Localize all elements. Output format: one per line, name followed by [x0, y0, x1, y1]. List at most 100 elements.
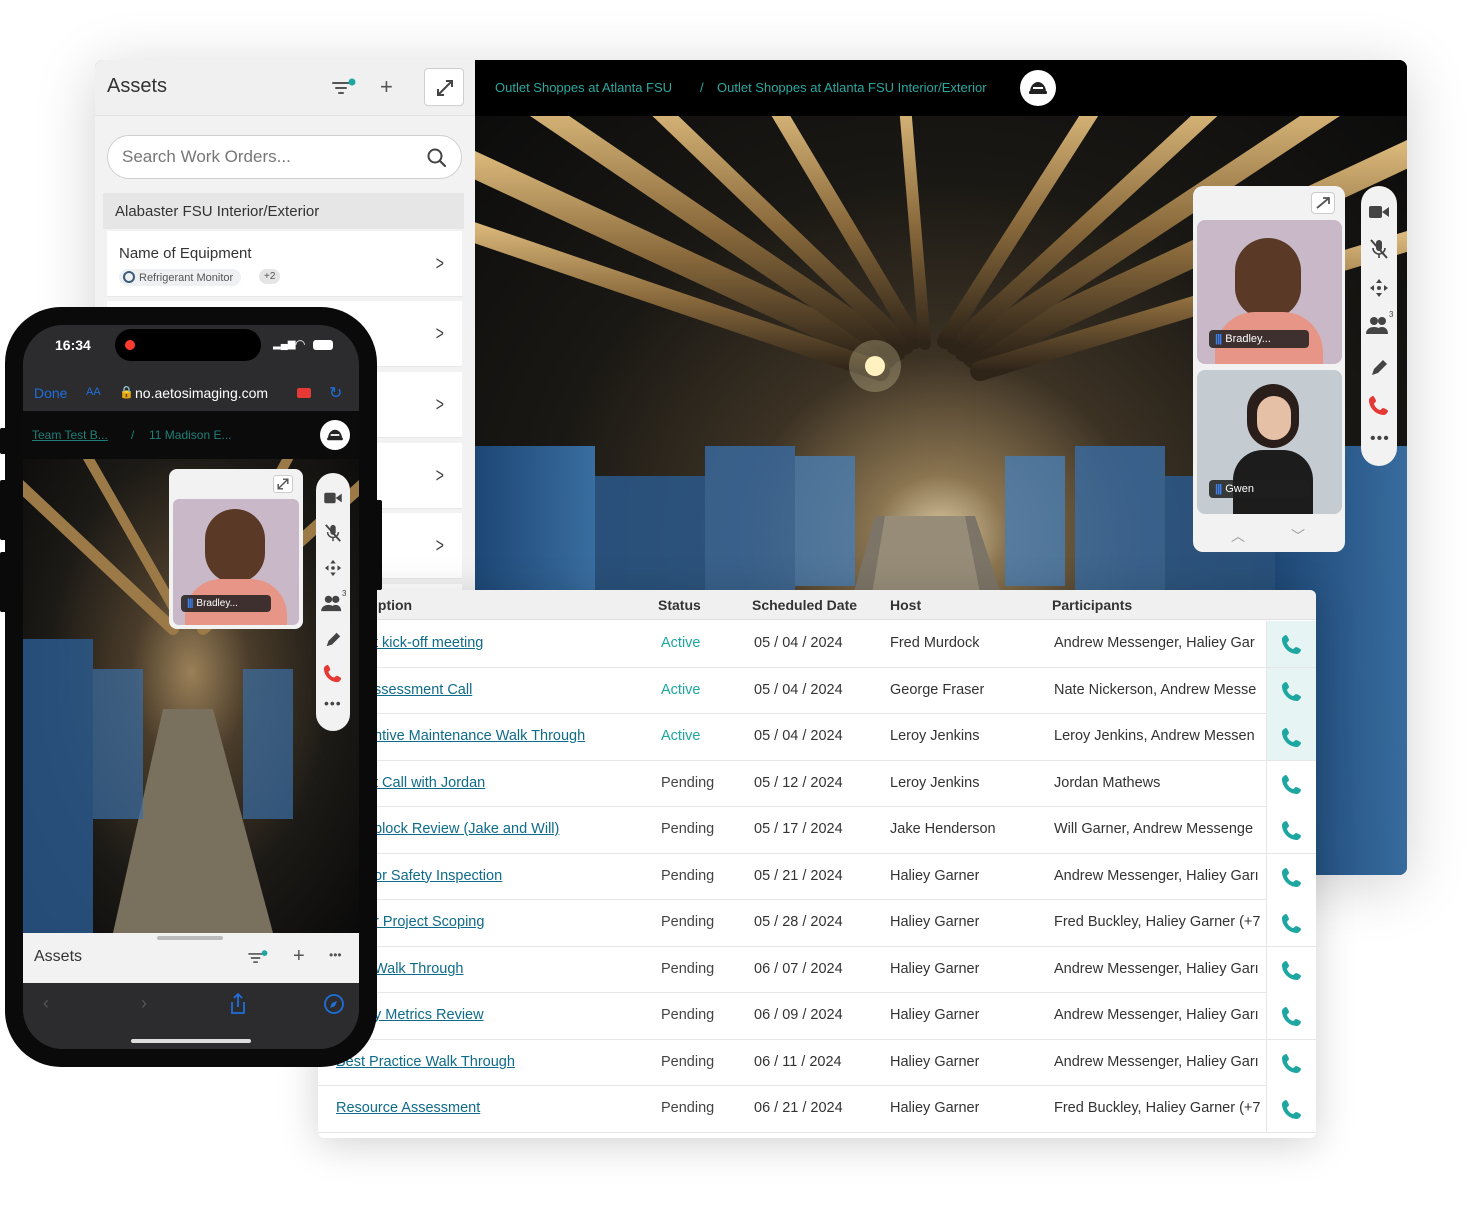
join-call-button[interactable] — [1266, 993, 1316, 1039]
work-order-link[interactable]: Walk Through — [374, 961, 638, 977]
back-icon[interactable]: ‹ — [43, 993, 49, 1014]
breadcrumb-location[interactable]: 11 Madison E... — [149, 428, 232, 442]
mic-muted-icon[interactable] — [324, 523, 342, 543]
scheduled-date: 06 / 21 / 2024 — [754, 1100, 843, 1116]
work-order-link[interactable]: Best Practice Walk Through — [336, 1054, 638, 1070]
hard-hat-button[interactable] — [320, 420, 350, 450]
join-call-button[interactable] — [1266, 1039, 1316, 1086]
search-icon[interactable] — [426, 147, 448, 169]
col-description[interactable]: iption — [374, 597, 412, 613]
work-order-link[interactable]: t kick-off meeting — [374, 635, 638, 651]
plus-icon[interactable]: + — [293, 945, 305, 968]
work-order-link[interactable]: or Safety Inspection — [374, 868, 638, 884]
breadcrumb-team[interactable]: Team Test B... — [32, 428, 108, 442]
breadcrumb-separator: / — [131, 428, 135, 442]
work-order-link[interactable]: ntive Maintenance Walk Through — [374, 728, 638, 744]
join-call-button[interactable] — [1266, 714, 1316, 760]
work-order-link[interactable]: ssessment Call — [374, 682, 638, 698]
join-call-button[interactable] — [1266, 807, 1316, 853]
scheduled-date: 06 / 07 / 2024 — [754, 960, 843, 977]
col-status[interactable]: Status — [658, 597, 701, 613]
asset-group-header[interactable]: Alabaster FSU Interior/Exterior — [103, 193, 464, 229]
text-size-button[interactable]: AA — [86, 386, 101, 398]
phone-assets-sheet[interactable]: Assets + ••• — [23, 933, 359, 983]
table-header: iption Status Scheduled Date Host Partic… — [318, 590, 1316, 620]
participant-video-bradley[interactable]: ||| Bradley... — [173, 499, 299, 625]
join-call-button[interactable] — [1266, 621, 1316, 667]
join-call-button[interactable] — [1266, 760, 1316, 807]
table-row[interactable]: Best Practice Walk Through Pending 06 / 11… — [318, 1039, 1316, 1086]
move-icon[interactable] — [324, 559, 342, 577]
work-order-link[interactable]: Resource Assessment — [336, 1100, 638, 1116]
mic-muted-icon[interactable] — [1369, 238, 1389, 260]
hang-up-icon[interactable] — [323, 663, 343, 683]
table-row[interactable]: t Call with Jordan Pending 05 / 12 / 2024 L… — [318, 760, 1316, 807]
filter-icon[interactable] — [247, 949, 269, 967]
table-row[interactable]: Resource Assessment Pending 06 / 21 / 2024… — [318, 1086, 1316, 1133]
participants-list: Andrew Messenger, Haliey Garı — [1054, 1007, 1259, 1023]
expand-button[interactable] — [273, 475, 293, 493]
pen-icon[interactable] — [1369, 358, 1389, 378]
share-icon[interactable] — [229, 993, 247, 1015]
table-row[interactable]: Walk Through Pending 06 / 07 / 2024 Haliey … — [318, 946, 1316, 993]
hard-hat-button[interactable] — [1020, 70, 1056, 106]
video-camera-icon[interactable] — [1368, 204, 1390, 220]
status-badge: Pending — [661, 1053, 715, 1070]
more-icon[interactable]: ••• — [1370, 430, 1390, 448]
col-participants[interactable]: Participants — [1052, 597, 1132, 613]
search-work-orders — [107, 135, 462, 179]
table-row[interactable]: block Review (Jake and Will) Pending 05 / … — [318, 807, 1316, 854]
scroll-down-button[interactable]: ﹀ — [1291, 526, 1305, 546]
table-row[interactable]: r Project Scoping Pending 05 / 28 / 2024 Ha… — [318, 900, 1316, 947]
participants-list: Andrew Messenger, Haliey Garı — [1054, 1053, 1259, 1070]
expand-panel-button[interactable] — [424, 68, 464, 106]
join-call-button[interactable] — [1266, 946, 1316, 993]
breadcrumb-area[interactable]: Outlet Shoppes at Atlanta FSU Interior/E… — [717, 80, 987, 95]
work-order-link[interactable]: r Project Scoping — [374, 914, 638, 930]
join-call-button[interactable] — [1266, 853, 1316, 900]
sheet-grabber[interactable] — [157, 936, 223, 940]
col-host[interactable]: Host — [890, 597, 921, 613]
status-badge: Pending — [661, 1007, 715, 1023]
participant-video-bradley[interactable]: ||| Bradley... — [1197, 220, 1342, 364]
table-row[interactable]: or Safety Inspection Pending 05 / 21 / 202… — [318, 853, 1316, 900]
participants-list: Andrew Messenger, Haliey Gar — [1054, 635, 1255, 651]
scheduled-date: 05 / 12 / 2024 — [754, 774, 843, 791]
participants-panel: ||| Bradley... ||| Gwen ︿ ﹀ — [1193, 186, 1345, 552]
host-name: Haliey Garner — [890, 1100, 980, 1116]
filter-button[interactable] — [331, 77, 357, 104]
work-order-link[interactable]: block Review (Jake and Will) — [374, 821, 638, 837]
col-scheduled-date[interactable]: Scheduled Date — [752, 597, 857, 613]
browser-done-button[interactable]: Done — [34, 385, 67, 401]
pen-icon[interactable] — [324, 631, 342, 649]
table-row[interactable]: y Metrics Review Pending 06 / 09 / 2024 Hal… — [318, 993, 1316, 1040]
reload-icon[interactable]: ↻ — [329, 383, 342, 403]
phone-screen: 16:34 ▂▄▆ ◠ Done AA 🔒 no.aetosimaging.co… — [23, 325, 359, 1049]
work-order-link[interactable]: t Call with Jordan — [374, 775, 638, 791]
scroll-up-button[interactable]: ︿ — [1231, 526, 1245, 546]
more-icon[interactable]: ••• — [329, 948, 342, 962]
asset-item[interactable]: Name of Equipment Refrigerant Monitor +2… — [107, 231, 462, 297]
search-input[interactable] — [122, 146, 412, 168]
participant-video-gwen[interactable]: ||| Gwen — [1197, 370, 1342, 514]
move-icon[interactable] — [1369, 278, 1389, 298]
table-row[interactable]: t kick-off meeting Active 05 / 04 / 2024 Fr… — [318, 621, 1316, 668]
join-call-button[interactable] — [1266, 1086, 1316, 1132]
table-row[interactable]: ssessment Call Active 05 / 04 / 2024 George… — [318, 667, 1316, 714]
collapse-button[interactable] — [1311, 192, 1335, 214]
add-asset-button[interactable]: + — [380, 76, 393, 98]
url-field[interactable]: no.aetosimaging.com — [135, 385, 268, 401]
more-icon[interactable]: ••• — [324, 695, 342, 711]
compass-icon[interactable] — [323, 993, 345, 1015]
work-order-link[interactable]: y Metrics Review — [374, 1007, 638, 1023]
equipment-name: Name of Equipment — [119, 245, 252, 262]
join-call-button[interactable] — [1266, 667, 1316, 714]
participant-name-badge: ||| Bradley... — [181, 595, 271, 612]
video-camera-icon[interactable] — [323, 491, 343, 505]
breadcrumb-site[interactable]: Outlet Shoppes at Atlanta FSU — [495, 80, 672, 95]
forward-icon[interactable]: › — [141, 993, 147, 1014]
join-call-button[interactable] — [1266, 900, 1316, 946]
table-row[interactable]: ntive Maintenance Walk Through Active 05 /… — [318, 714, 1316, 761]
hang-up-icon[interactable] — [1368, 394, 1390, 416]
audio-level-icon: ||| — [187, 598, 193, 609]
